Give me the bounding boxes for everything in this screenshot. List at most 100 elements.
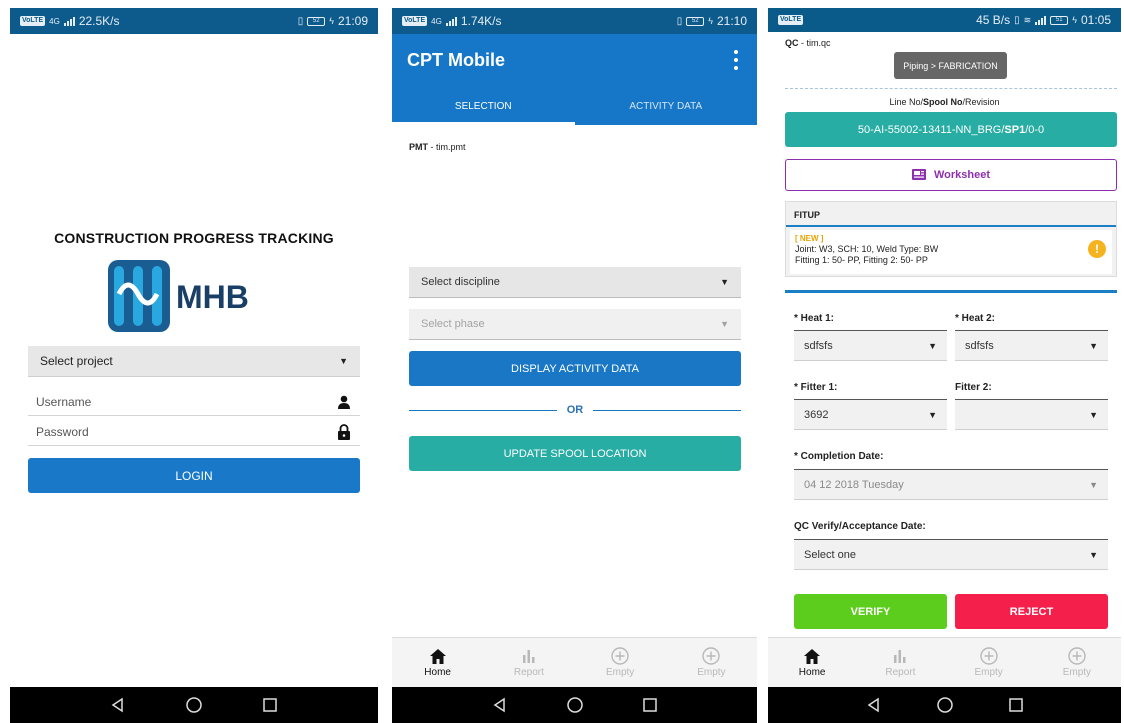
- recents-icon[interactable]: [639, 694, 661, 716]
- dropdown-arrow-icon: ▼: [1089, 409, 1098, 420]
- status-bar: VoLTE 4G 1.74K/s ▯ 52 ϟ 21:10: [392, 8, 757, 34]
- user-role: QC - tim.qc: [785, 38, 831, 48]
- fitting-details: Fitting 1: 50- PP, Fitting 2: 50- PP: [795, 255, 928, 265]
- heat1-label: * Heat 1:: [794, 313, 835, 324]
- fitter2-label: Fitter 2:: [955, 382, 992, 393]
- display-activity-data-button[interactable]: DISPLAY ACTIVITY DATA: [409, 351, 741, 386]
- nav-label: Empty: [697, 667, 726, 678]
- signal-icon: [1035, 15, 1047, 25]
- vibrate-icon: ▯: [1014, 14, 1020, 26]
- user-name: - tim.pmt: [428, 142, 466, 152]
- project-select[interactable]: Select project ▼: [28, 346, 360, 377]
- vibrate-icon: ▯: [297, 15, 304, 27]
- line-spool-revision-button[interactable]: 50-AI-55002-13411-NN_BRG/SP1/0-0: [785, 112, 1117, 147]
- nav-empty-1[interactable]: Empty: [945, 638, 1033, 687]
- nav-home[interactable]: Home: [768, 638, 856, 687]
- app-bar: CPT Mobile SELECTION ACTIVITY DATA: [392, 34, 757, 125]
- dropdown-arrow-icon: ▼: [720, 319, 729, 329]
- network-type: 4G: [49, 16, 60, 26]
- warning-icon: !: [1088, 240, 1106, 258]
- network-speed: 1.74K/s: [460, 14, 502, 28]
- dropdown-arrow-icon: ▼: [1089, 479, 1098, 490]
- worksheet-label: Worksheet: [933, 169, 991, 181]
- qc-date-label: QC Verify/Acceptance Date:: [794, 521, 926, 532]
- back-icon[interactable]: [863, 694, 885, 716]
- heat2-value: sdfsfs: [965, 339, 994, 352]
- joint-card[interactable]: [ NEW ] Joint: W3, SCH: 10, Weld Type: B…: [790, 230, 1112, 274]
- nav-label: Empty: [605, 667, 635, 678]
- verify-button[interactable]: VERIFY: [794, 594, 947, 629]
- system-nav-bar: [768, 687, 1121, 723]
- phase-select[interactable]: Select phase ▼: [409, 309, 741, 340]
- line-no-label-part: /Revision: [962, 97, 1000, 107]
- fitter2-select[interactable]: ▼: [955, 399, 1108, 430]
- bottom-navigation: Home Report Empty Empty: [768, 637, 1121, 687]
- user-name: - tim.qc: [798, 38, 831, 48]
- more-options-icon[interactable]: [733, 50, 739, 70]
- completion-date-select[interactable]: 04 12 2018 Tuesday ▼: [794, 469, 1108, 500]
- completion-date-value: 04 12 2018 Tuesday: [804, 478, 904, 491]
- clock: 21:10: [716, 14, 747, 28]
- charging-icon: ϟ: [708, 16, 713, 26]
- back-icon[interactable]: [489, 694, 511, 716]
- role-label: PMT: [409, 142, 428, 152]
- nav-empty-2[interactable]: Empty: [1033, 638, 1121, 687]
- status-badge: [ NEW ]: [795, 234, 824, 243]
- login-screen: VoLTE 4G 22.5K/s ▯ 52 ϟ 21:09 CONSTRUCTI…: [10, 8, 378, 723]
- nav-empty-1[interactable]: Empty: [575, 638, 666, 687]
- network-speed: 45 B/s: [976, 13, 1011, 27]
- home-circle-icon[interactable]: [934, 694, 956, 716]
- worksheet-icon: [911, 168, 926, 183]
- fitter1-select[interactable]: 3692 ▼: [794, 399, 947, 430]
- nav-home[interactable]: Home: [392, 638, 483, 687]
- nav-label: Home: [798, 667, 826, 678]
- back-icon[interactable]: [107, 694, 129, 716]
- nav-empty-2[interactable]: Empty: [666, 638, 757, 687]
- recents-icon[interactable]: [1005, 694, 1027, 716]
- completion-date-label: * Completion Date:: [794, 451, 884, 462]
- update-spool-location-button[interactable]: UPDATE SPOOL LOCATION: [409, 436, 741, 471]
- signal-icon: [445, 16, 457, 26]
- login-button[interactable]: LOGIN: [28, 458, 360, 493]
- line-no-label-part: Line No/: [889, 97, 923, 107]
- phase-select-label: Select phase: [421, 318, 485, 330]
- battery-icon: 52: [307, 16, 326, 26]
- nav-report[interactable]: Report: [483, 638, 574, 687]
- tab-selection[interactable]: SELECTION: [392, 94, 575, 125]
- nav-report[interactable]: Report: [856, 638, 944, 687]
- dropdown-arrow-icon: ▼: [1089, 340, 1098, 351]
- system-nav-bar: [392, 687, 757, 723]
- system-nav-bar: [10, 687, 378, 723]
- nav-label: Report: [513, 667, 544, 678]
- battery-icon: 52: [686, 16, 705, 26]
- recents-icon[interactable]: [259, 694, 281, 716]
- worksheet-button[interactable]: Worksheet: [785, 159, 1117, 191]
- dropdown-arrow-icon: ▼: [339, 356, 348, 366]
- home-icon: [803, 647, 821, 665]
- line-no-value-part: 50-AI-55002-13411-NN_BRG/: [857, 123, 1005, 136]
- bottom-navigation: Home Report Empty Empty: [392, 637, 757, 687]
- or-text: OR: [566, 404, 584, 416]
- password-field[interactable]: Password: [28, 418, 360, 446]
- tab-activity-data[interactable]: ACTIVITY DATA: [575, 94, 758, 125]
- project-select-label: Select project: [40, 354, 113, 368]
- home-circle-icon[interactable]: [564, 694, 586, 716]
- heat2-select[interactable]: sdfsfs ▼: [955, 330, 1108, 361]
- plus-circle-icon: [1068, 647, 1086, 665]
- username-placeholder: Username: [36, 394, 92, 409]
- status-bar: VoLTE 45 B/s ▯ ≋ 51 ϟ 01:05: [768, 8, 1121, 32]
- reject-button[interactable]: REJECT: [955, 594, 1108, 629]
- line-no-label-part: Spool No: [923, 97, 963, 107]
- user-icon: [336, 394, 352, 410]
- discipline-select[interactable]: Select discipline ▼: [409, 267, 741, 298]
- user-role: PMT - tim.pmt: [409, 142, 466, 152]
- battery-icon: 51: [1050, 15, 1069, 25]
- plus-circle-icon: [979, 647, 998, 665]
- tab-bar: SELECTION ACTIVITY DATA: [392, 94, 757, 125]
- qc-date-select[interactable]: Select one ▼: [794, 539, 1108, 570]
- home-circle-icon[interactable]: [183, 694, 205, 716]
- username-field[interactable]: Username: [28, 388, 360, 416]
- fitup-screen: VoLTE 45 B/s ▯ ≋ 51 ϟ 01:05 QC - tim.qc …: [768, 8, 1121, 723]
- heat1-select[interactable]: sdfsfs ▼: [794, 330, 947, 361]
- fitter1-value: 3692: [804, 408, 829, 421]
